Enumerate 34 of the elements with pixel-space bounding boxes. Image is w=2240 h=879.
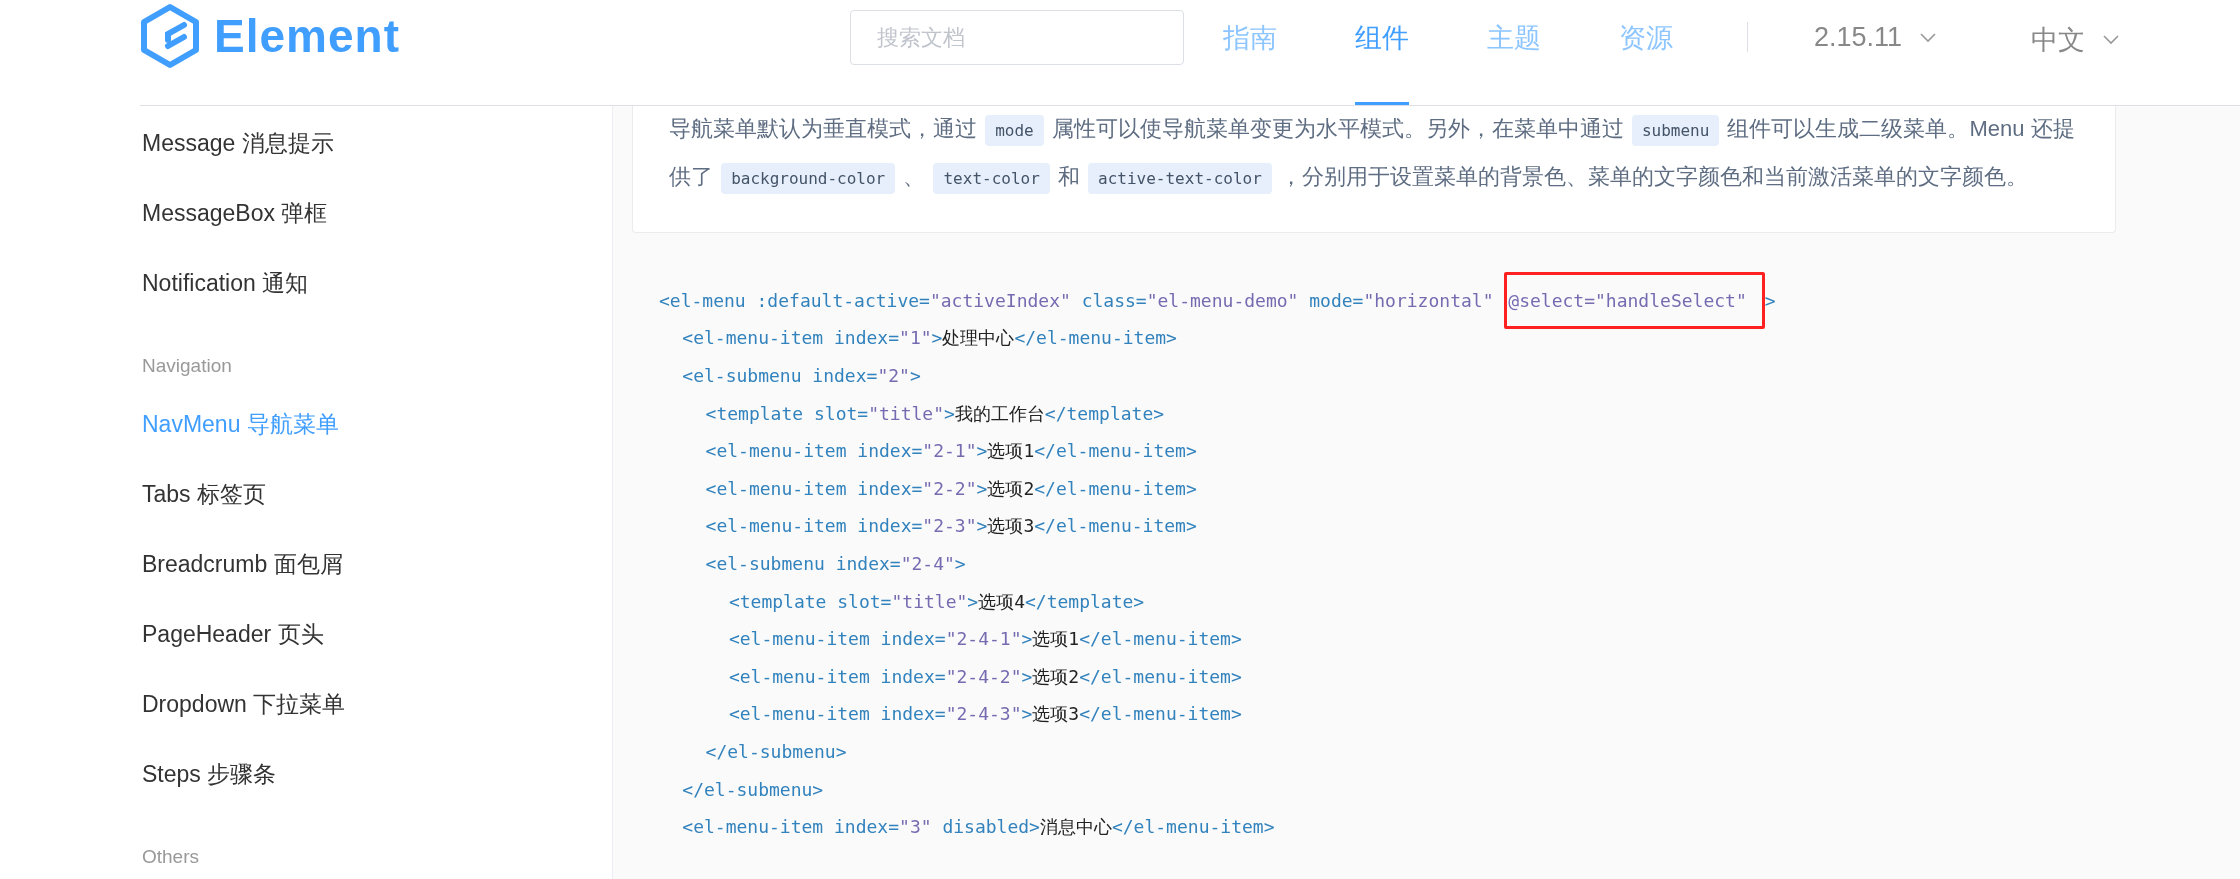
sidebar-item[interactable]: Steps 步骤条 <box>142 758 277 790</box>
code-line: <el-menu-item index="2-3">选项3</el-menu-item> <box>705 514 1197 539</box>
sidebar-item[interactable]: Tabs 标签页 <box>142 478 266 510</box>
language-select[interactable]: 中文 <box>2031 22 2086 58</box>
code-line: <template slot="title">选项4</template> <box>728 589 1145 614</box>
sidebar-item[interactable]: Notification 通知 <box>142 267 309 299</box>
code-line: <template slot="title">我的工作台</template> <box>705 401 1165 426</box>
code-line: <el-menu-item index="2-4-3">选项3</el-menu-item> <box>728 702 1242 727</box>
code-text: > <box>1764 290 1776 312</box>
sidebar-group-title: Navigation <box>142 355 232 377</box>
description-text: 导航菜单默认为垂直模式，通过 mode 属性可以使导航菜单变更为水平模式。另外，在菜单中通过 submenu 组件可以生成二级菜单。Menu 还提供了 background-color 、 text-color 和 active-text-color ，分别用于设置菜单的背景色、菜单的文字颜色和当前激活菜单的文字颜色。 <box>669 106 2079 202</box>
logo-icon <box>140 3 200 69</box>
code-line: <el-menu-item index="3" disabled>消息中心</el-menu-item> <box>682 815 1275 840</box>
code-line: </el-submenu> <box>705 741 847 763</box>
code-line: <el-menu-item index="1">处理中心</el-menu-item> <box>682 326 1177 351</box>
search-field[interactable]: 搜索文档 <box>849 10 1184 65</box>
chevron-down-icon <box>1920 32 1937 43</box>
sidebar-item[interactable]: Dropdown 下拉菜单 <box>142 688 346 720</box>
sidebar-group-title: Others <box>142 846 200 868</box>
chevron-down-icon <box>2103 35 2120 45</box>
code-line: <el-menu :default-active="activeIndex" class="el-menu-demo" mode="horizontal" <box>659 290 1494 312</box>
code-text: @select="handleSelect" <box>1508 290 1747 312</box>
code-line: <el-submenu index="2-4"> <box>705 553 966 575</box>
code-line: <el-menu-item index="2-1">选项1</el-menu-item> <box>705 439 1197 464</box>
code-line: <el-submenu index="2"> <box>682 365 921 387</box>
sidebar-item[interactable]: Breadcrumb 面包屑 <box>142 548 343 580</box>
code-line: <el-menu-item index="2-4-1">选项1</el-menu-item> <box>728 627 1242 652</box>
sidebar-item[interactable]: PageHeader 页头 <box>142 618 324 650</box>
version-select[interactable]: 2.15.11 <box>1813 22 1903 53</box>
sidebar-item[interactable]: Message 消息提示 <box>142 127 334 159</box>
code-line: </el-submenu> <box>682 779 824 800</box>
sidebar-item[interactable]: MessageBox 弹框 <box>142 197 328 229</box>
code-line: <el-menu-item index="2-4-2">选项2</el-menu-item> <box>728 664 1242 689</box>
code-line: <el-menu-item index="2-2">选项2</el-menu-item> <box>705 476 1197 501</box>
